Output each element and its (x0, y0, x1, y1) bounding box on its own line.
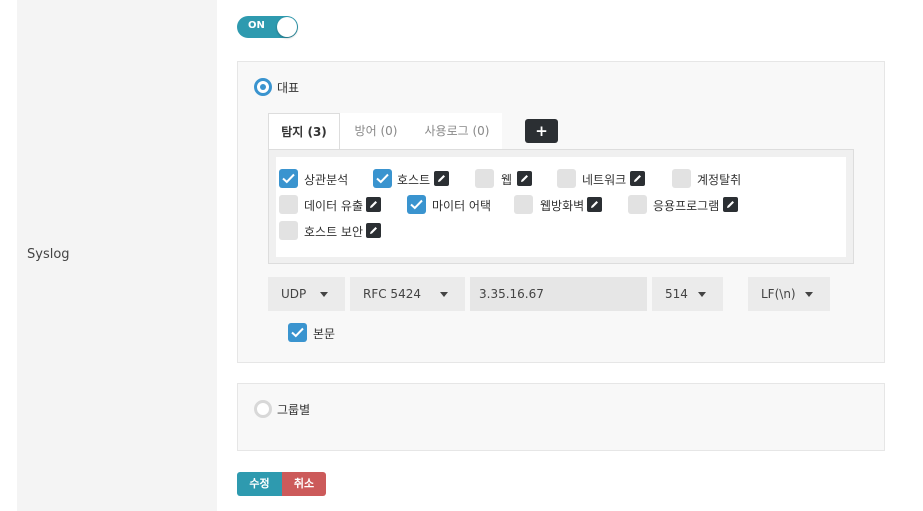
category-label: 응용프로그램 (653, 199, 720, 213)
chevron-down-icon (440, 292, 448, 297)
checkbox-mitre-attack[interactable] (407, 195, 426, 214)
radio-group-label: 그룹별 (277, 403, 311, 417)
group-panel: 그룹별 (237, 383, 885, 451)
toggle-label: ON (248, 20, 265, 31)
syslog-toggle[interactable]: ON (237, 16, 298, 38)
checkbox-network[interactable] (557, 169, 576, 188)
category-label: 마이터 어택 (432, 199, 492, 213)
tab-defense[interactable]: 방어 (0) (340, 113, 412, 149)
radio-representative[interactable] (254, 78, 272, 96)
tab-detection[interactable]: 탐지 (3) (268, 113, 340, 149)
checkbox-web[interactable] (475, 169, 494, 188)
tab-content: 상관분석 호스트 웹 네트워크 계정탈취 데이터 유출 마이터 어택 웹방화벽 … (268, 149, 854, 264)
edit-icon[interactable] (517, 171, 532, 186)
checkbox-correlation[interactable] (279, 169, 298, 188)
edit-icon[interactable] (366, 197, 381, 212)
add-button[interactable]: + (525, 119, 558, 143)
field-label-column: Syslog (17, 0, 217, 511)
chevron-down-icon (320, 292, 328, 297)
port-value: 514 (665, 287, 688, 301)
format-select[interactable]: RFC 5424 (350, 277, 465, 311)
edit-icon[interactable] (723, 197, 738, 212)
checkbox-waf[interactable] (514, 195, 533, 214)
cancel-button[interactable]: 취소 (282, 472, 326, 496)
category-label: 웹 (501, 173, 513, 187)
checkbox-body[interactable] (288, 323, 307, 342)
format-value: RFC 5424 (363, 287, 421, 301)
category-label: 데이터 유출 (304, 199, 364, 213)
edit-icon[interactable] (587, 197, 602, 212)
edit-icon[interactable] (630, 171, 645, 186)
port-select[interactable]: 514 (652, 277, 723, 311)
category-label: 계정탈취 (697, 173, 742, 187)
checkbox-data-leak[interactable] (279, 195, 298, 214)
chevron-down-icon (805, 292, 813, 297)
category-label: 호스트 (397, 173, 431, 187)
checkbox-application[interactable] (628, 195, 647, 214)
line-ending-select[interactable]: LF(\n) (748, 277, 830, 311)
representative-panel: 대표 탐지 (3) 방어 (0) 사용로그 (0) + 상관분석 호스트 웹 네… (237, 61, 885, 363)
category-label: 호스트 보안 (304, 225, 364, 239)
radio-group[interactable] (254, 400, 272, 418)
body-label: 본문 (313, 327, 336, 341)
toggle-knob (277, 17, 297, 37)
host-input[interactable] (470, 277, 647, 311)
category-label: 네트워크 (582, 173, 627, 187)
tab-usage-log[interactable]: 사용로그 (0) (412, 113, 502, 149)
field-label: Syslog (27, 247, 70, 262)
checkbox-host-security[interactable] (279, 221, 298, 240)
category-label: 상관분석 (304, 173, 349, 187)
checkbox-account-takeover[interactable] (672, 169, 691, 188)
checkbox-host[interactable] (373, 169, 392, 188)
radio-representative-label: 대표 (277, 81, 300, 95)
line-ending-value: LF(\n) (761, 287, 796, 301)
protocol-value: UDP (281, 287, 307, 301)
save-button[interactable]: 수정 (237, 472, 282, 496)
edit-icon[interactable] (366, 223, 381, 238)
edit-icon[interactable] (434, 171, 449, 186)
category-label: 웹방화벽 (540, 199, 585, 213)
category-list: 상관분석 호스트 웹 네트워크 계정탈취 데이터 유출 마이터 어택 웹방화벽 … (276, 157, 846, 257)
protocol-select[interactable]: UDP (268, 277, 345, 311)
chevron-down-icon (698, 292, 706, 297)
